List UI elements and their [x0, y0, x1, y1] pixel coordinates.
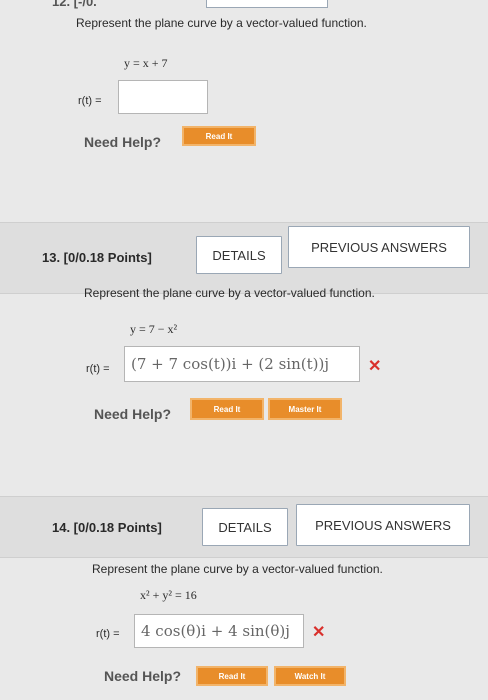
q13-equation: y = 7 − x² — [130, 322, 178, 336]
q14-previous-answers-button[interactable]: PREVIOUS ANSWERS — [296, 504, 470, 546]
previous-question-button[interactable] — [206, 0, 328, 8]
q13-answer-field[interactable]: (7 + 7 cos(t))i + (2 sin(t))j — [124, 346, 360, 382]
q14-details-button[interactable]: DETAILS — [202, 508, 288, 546]
q14-read-it-button[interactable]: Read It — [196, 666, 268, 686]
q12-need-help: Need Help? — [84, 134, 162, 150]
q14-number: 14. [0/0.18 Points] — [52, 520, 162, 535]
previous-question-number: 12. [-/0. — [52, 0, 97, 9]
q13-master-it-button[interactable]: Master It — [268, 398, 342, 420]
q13-incorrect-icon: ✕ — [368, 358, 382, 375]
q13-r-label: r(t) = — [86, 363, 110, 375]
q14-incorrect-icon: ✕ — [312, 624, 326, 641]
q12-read-it-button[interactable]: Read It — [182, 126, 256, 146]
q14-answer-field[interactable]: 4 cos(θ)i + 4 sin(θ)j — [134, 614, 304, 648]
q14-need-help: Need Help? — [104, 668, 182, 684]
q13-number: 13. [0/0.18 Points] — [42, 250, 152, 265]
q13-read-it-button[interactable]: Read It — [190, 398, 264, 420]
q14-watch-it-button[interactable]: Watch It — [274, 666, 346, 686]
q12-prompt: Represent the plane curve by a vector-va… — [76, 16, 367, 30]
q13-prompt: Represent the plane curve by a vector-va… — [84, 286, 375, 300]
q14-r-label: r(t) = — [96, 628, 120, 640]
q13-need-help: Need Help? — [94, 406, 172, 422]
q13-previous-answers-button[interactable]: PREVIOUS ANSWERS — [288, 226, 470, 268]
q14-equation: x² + y² = 16 — [140, 588, 197, 602]
q12-r-label: r(t) = — [78, 95, 102, 107]
q12-equation: y = x + 7 — [124, 56, 168, 70]
q12-answer-field[interactable] — [118, 80, 208, 114]
q14-prompt: Represent the plane curve by a vector-va… — [92, 562, 383, 576]
q13-details-button[interactable]: DETAILS — [196, 236, 282, 274]
